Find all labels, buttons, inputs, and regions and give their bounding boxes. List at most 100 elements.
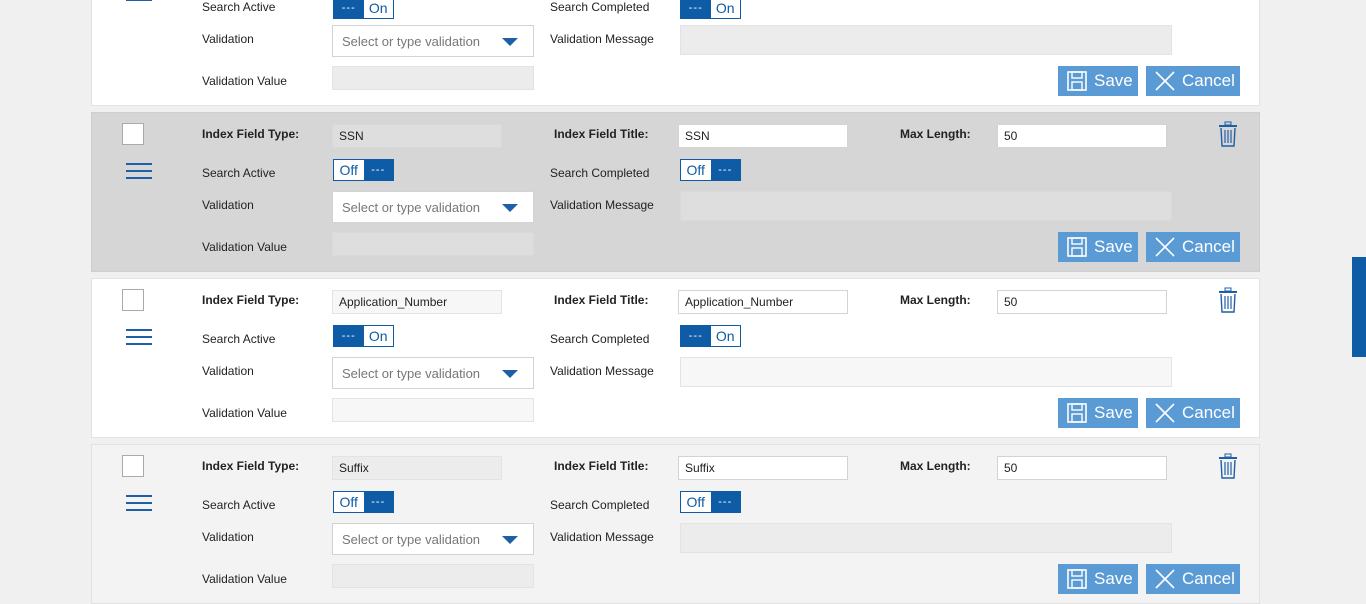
index-field-type-field: Application_Number [332,290,502,314]
validation-label: Validation [202,364,254,378]
search-completed-toggle[interactable]: --- On [680,325,741,347]
chevron-down-icon [502,204,518,212]
chevron-down-icon [502,536,518,544]
max-length-field[interactable]: 50 [997,124,1167,148]
save-button[interactable]: Save [1058,66,1138,96]
index-field-card: Index Field Type: Suffix Index Field Tit… [91,444,1260,604]
save-icon [1067,569,1087,589]
save-icon [1067,237,1087,257]
validation-select[interactable]: Select or type validation [332,25,534,57]
toggle-dots: --- [334,326,364,346]
scrollbar-thumb[interactable] [1352,257,1366,357]
index-field-type-field: Suffix [332,456,502,480]
index-field-type-field: SSN [332,124,502,148]
save-button[interactable]: Save [1058,232,1138,262]
cancel-label: Cancel [1182,237,1235,256]
validation-message-field[interactable] [680,25,1172,55]
trash-icon[interactable] [1217,453,1239,479]
cancel-button[interactable]: Cancel [1146,398,1240,428]
toggle-dots: --- [710,160,740,180]
search-completed-label: Search Completed [550,0,650,14]
save-label: Save [1094,71,1133,90]
validation-select[interactable]: Select or type validation [332,523,534,555]
search-active-label: Search Active [202,498,276,512]
toggle-on-label: On [363,0,393,18]
search-completed-toggle[interactable]: --- On [680,0,741,19]
validation-message-field[interactable] [680,523,1172,553]
validation-value-label: Validation Value [202,74,287,88]
trash-icon[interactable] [1217,287,1239,313]
cancel-label: Cancel [1182,71,1235,90]
index-field-title-label: Index Field Title: [554,459,649,473]
index-field-card: Index Field Type: SSN Index Field Title:… [91,112,1260,272]
drag-handle-icon[interactable] [126,163,152,181]
index-field-type-label: Index Field Type: [202,127,300,141]
toggle-dots: --- [363,160,393,180]
validation-value-label: Validation Value [202,240,287,254]
save-label: Save [1094,569,1133,588]
max-length-label: Max Length: [900,127,971,141]
index-field-title-field[interactable]: Suffix [678,456,848,480]
chevron-down-icon [502,370,518,378]
trash-icon[interactable] [1217,121,1239,147]
toggle-dots: --- [681,326,711,346]
search-completed-toggle[interactable]: Off --- [680,159,741,181]
toggle-off-label: Off [681,160,711,180]
validation-message-field[interactable] [680,357,1172,387]
max-length-field[interactable]: 50 [997,290,1167,314]
index-field-title-label: Index Field Title: [554,293,649,307]
search-active-toggle[interactable]: --- On [333,325,394,347]
chevron-down-icon [502,38,518,46]
validation-value-field[interactable] [332,564,534,588]
search-completed-label: Search Completed [550,332,650,346]
validation-label: Validation [202,32,254,46]
row-checkbox[interactable] [122,455,144,477]
close-icon [1155,237,1175,257]
max-length-label: Max Length: [900,293,971,307]
max-length-label: Max Length: [900,459,971,473]
search-active-toggle[interactable]: Off --- [333,159,394,181]
cancel-button[interactable]: Cancel [1146,66,1240,96]
validation-select[interactable]: Select or type validation [332,191,534,223]
toggle-on-label: On [710,326,740,346]
search-completed-toggle[interactable]: Off --- [680,491,741,513]
max-length-field[interactable]: 50 [997,456,1167,480]
validation-select[interactable]: Select or type validation [332,357,534,389]
search-active-toggle[interactable]: --- On [333,0,394,19]
validation-placeholder: Select or type validation [342,532,481,547]
drag-handle-icon[interactable] [126,329,152,347]
validation-value-field[interactable] [332,232,534,256]
close-icon [1155,71,1175,91]
cancel-button[interactable]: Cancel [1146,232,1240,262]
validation-value-label: Validation Value [202,572,287,586]
save-button[interactable]: Save [1058,564,1138,594]
cancel-button[interactable]: Cancel [1146,564,1240,594]
row-checkbox[interactable] [122,123,144,145]
index-field-title-field[interactable]: SSN [678,124,848,148]
drag-handle-icon[interactable] [126,495,152,513]
index-field-type-label: Index Field Type: [202,459,300,473]
validation-value-field[interactable] [332,66,534,90]
index-field-title-field[interactable]: Application_Number [678,290,848,314]
validation-message-label: Validation Message [550,530,654,544]
search-active-label: Search Active [202,166,276,180]
save-label: Save [1094,403,1133,422]
drag-handle-icon[interactable] [126,0,152,17]
index-field-card: Index Field Type: Application_Number Ind… [91,278,1260,438]
validation-value-field[interactable] [332,398,534,422]
validation-message-label: Validation Message [550,32,654,46]
toggle-off-label: Off [334,160,364,180]
row-checkbox[interactable] [122,289,144,311]
toggle-dots: --- [710,492,740,512]
cancel-label: Cancel [1182,403,1235,422]
index-field-card: Search Active --- On Search Completed --… [91,0,1260,106]
toggle-dots: --- [363,492,393,512]
index-field-type-label: Index Field Type: [202,293,300,307]
validation-placeholder: Select or type validation [342,200,481,215]
save-icon [1067,403,1087,423]
save-icon [1067,71,1087,91]
save-button[interactable]: Save [1058,398,1138,428]
validation-message-field[interactable] [680,191,1172,221]
search-active-toggle[interactable]: Off --- [333,491,394,513]
validation-label: Validation [202,530,254,544]
